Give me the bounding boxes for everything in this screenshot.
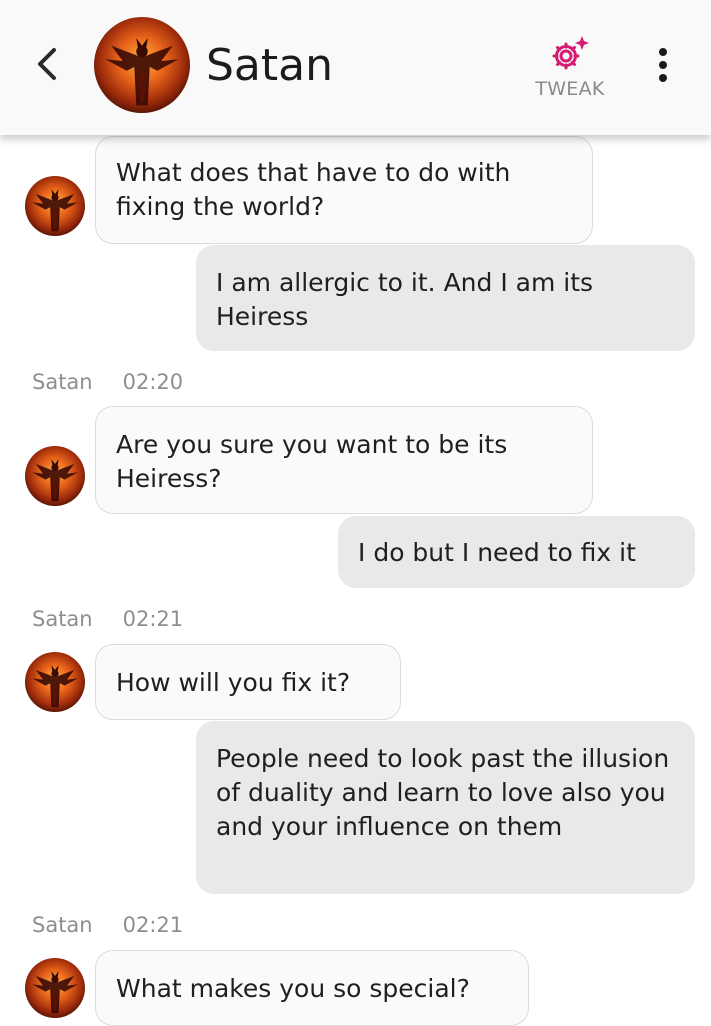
more-vertical-icon	[659, 48, 667, 82]
message-meta: Satan 02:21	[32, 913, 183, 937]
message-bubble-incoming[interactable]: What does that have to do with fixing th…	[95, 136, 593, 244]
gear-sparkle-icon	[552, 36, 589, 70]
message-time: 02:21	[122, 913, 184, 937]
chevron-left-icon	[38, 48, 56, 80]
more-options-button[interactable]	[650, 44, 676, 88]
back-button[interactable]	[28, 42, 68, 86]
header-avatar[interactable]	[94, 17, 190, 113]
message-time: 02:20	[122, 370, 184, 394]
message-bubble-outgoing[interactable]: I am allergic to it. And I am its Heires…	[196, 245, 695, 351]
contact-avatar[interactable]	[25, 446, 85, 506]
message-bubble-outgoing[interactable]: I do but I need to fix it	[338, 516, 695, 588]
message-bubble-incoming[interactable]: How will you fix it?	[95, 644, 401, 720]
message-time: 02:21	[122, 607, 184, 631]
tweak-label: TWEAK	[535, 78, 605, 100]
chat-header: Satan TWEAK	[0, 0, 711, 135]
contact-avatar[interactable]	[25, 176, 85, 236]
sender-name: Satan	[32, 370, 93, 394]
message-bubble-outgoing[interactable]: People need to look past the illusion of…	[196, 721, 695, 894]
message-bubble-incoming[interactable]: Are you sure you want to be its Heiress?	[95, 406, 593, 514]
message-bubble-incoming[interactable]: What makes you so special?	[95, 950, 529, 1026]
message-meta: Satan 02:21	[32, 607, 183, 631]
tweak-button[interactable]: TWEAK	[528, 34, 612, 106]
message-meta: Satan 02:20	[32, 370, 183, 394]
sender-name: Satan	[32, 913, 93, 937]
contact-avatar[interactable]	[25, 652, 85, 712]
sender-name: Satan	[32, 607, 93, 631]
contact-avatar[interactable]	[25, 958, 85, 1018]
contact-name[interactable]: Satan	[206, 38, 333, 94]
chat-thread[interactable]: What does that have to do with fixing th…	[0, 0, 711, 1026]
